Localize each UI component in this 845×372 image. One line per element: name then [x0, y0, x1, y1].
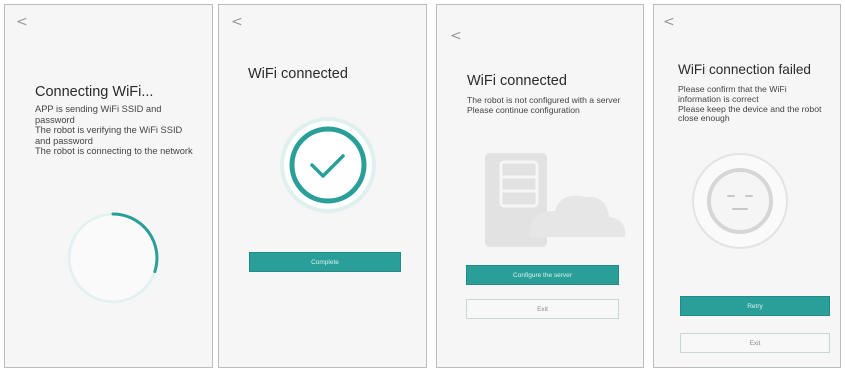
exit-button[interactable]: Exit — [466, 299, 619, 319]
loading-spinner-icon — [67, 212, 159, 304]
screen-configure-server: < WiFi connected The robot is not config… — [436, 4, 644, 368]
checkmark-circle-icon — [280, 117, 376, 213]
retry-button[interactable]: Retry — [680, 296, 830, 316]
screen-connection-failed: < WiFi connection failed Please confirm … — [653, 4, 841, 368]
configure-server-button[interactable]: Configure the server — [466, 265, 619, 285]
screen-connected: < WiFi connected Complete — [218, 4, 427, 368]
complete-button[interactable]: Complete — [249, 252, 401, 272]
exit-button[interactable]: Exit — [680, 333, 830, 353]
screen-connecting: < Connecting WiFi... APP is sending WiFi… — [4, 4, 213, 368]
